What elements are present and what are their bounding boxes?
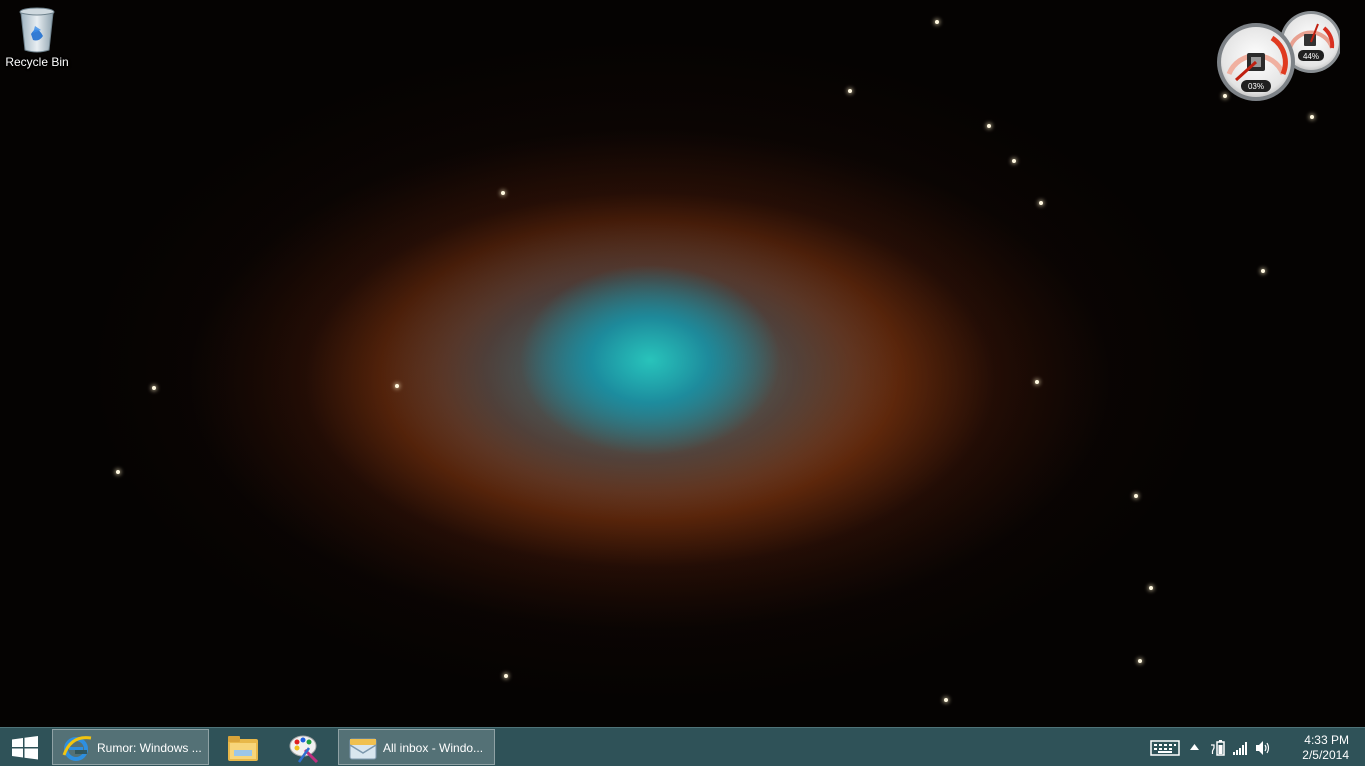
star: [152, 386, 156, 390]
battery-icon[interactable]: [1210, 740, 1226, 756]
taskbar: Rumor: Windows ... All inbox - Windo... …: [0, 727, 1365, 766]
clock-time: 4:33 PM: [1304, 733, 1349, 747]
paint-icon: [289, 735, 319, 764]
volume-icon[interactable]: [1255, 740, 1271, 756]
taskbar-item-label: All inbox - Windo...: [383, 741, 484, 755]
star: [1138, 659, 1142, 663]
mail-icon: [349, 738, 377, 760]
network-signal-icon[interactable]: [1232, 741, 1248, 755]
taskbar-item-internet-explorer[interactable]: Rumor: Windows ...: [52, 729, 209, 765]
start-button[interactable]: [0, 729, 50, 765]
memory-percent-label: 44%: [1303, 52, 1319, 61]
windows-logo-icon: [12, 736, 38, 760]
star: [944, 698, 948, 702]
star: [395, 384, 399, 388]
taskbar-item-paint[interactable]: [273, 729, 333, 765]
cpu-meter: 03%: [1217, 23, 1295, 101]
star: [116, 470, 120, 474]
star: [501, 191, 505, 195]
star: [987, 124, 991, 128]
cpu-meter-gadget[interactable]: 44% 03%: [1214, 8, 1340, 104]
star: [504, 674, 508, 678]
star: [1035, 380, 1039, 384]
star: [1039, 201, 1043, 205]
recycle-bin-icon: [19, 7, 55, 53]
desktop-icon-label: Recycle Bin: [5, 55, 69, 69]
star: [1134, 494, 1138, 498]
taskbar-item-file-explorer[interactable]: [213, 729, 271, 765]
star: [1261, 269, 1265, 273]
cpu-percent-label: 03%: [1248, 82, 1264, 91]
desktop[interactable]: Recycle Bin 44% 03% Rumor: Windows ... A…: [0, 0, 1365, 766]
star: [848, 89, 852, 93]
taskbar-item-mail[interactable]: All inbox - Windo...: [338, 729, 495, 765]
show-hidden-icons-icon[interactable]: [1190, 744, 1199, 750]
internet-explorer-icon: [62, 736, 92, 761]
star: [1149, 586, 1153, 590]
clock-date: 2/5/2014: [1302, 748, 1349, 762]
taskbar-clock[interactable]: 4:33 PM 2/5/2014: [1302, 733, 1349, 763]
desktop-icon-recycle-bin[interactable]: Recycle Bin: [2, 6, 72, 76]
star: [1310, 115, 1314, 119]
touch-keyboard-icon[interactable]: [1150, 740, 1180, 756]
taskbar-item-label: Rumor: Windows ...: [97, 741, 202, 755]
star: [935, 20, 939, 24]
system-tray: 4:33 PM 2/5/2014: [1135, 728, 1365, 766]
file-explorer-icon: [228, 736, 258, 761]
star: [1012, 159, 1016, 163]
